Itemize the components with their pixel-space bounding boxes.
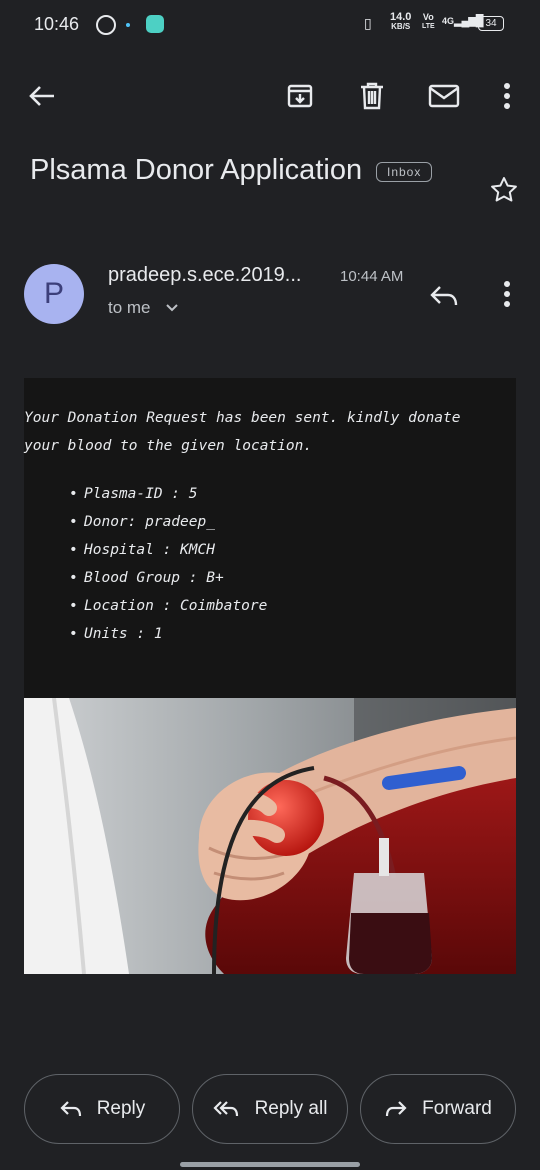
reply-icon bbox=[430, 286, 458, 306]
reply-all-button[interactable]: Reply all bbox=[192, 1074, 348, 1144]
sender-name[interactable]: pradeep.s.ece.2019... bbox=[108, 264, 301, 287]
star-icon bbox=[491, 177, 517, 202]
detail-units: Units : 1 bbox=[69, 620, 267, 648]
vibrate-icon: ▯ bbox=[364, 15, 372, 31]
email-subject: Plsama Donor Application bbox=[30, 154, 363, 186]
whatsapp-icon bbox=[96, 15, 116, 35]
volte-indicator: Vo LTE bbox=[422, 12, 435, 32]
more-vert-icon bbox=[504, 281, 510, 307]
volte-top: Vo bbox=[422, 12, 434, 22]
mail-icon bbox=[428, 84, 460, 108]
status-bar: 10:46 ▯ 14.0 KB/S Vo LTE 4G▂▄▆█ 34 bbox=[0, 0, 540, 48]
detail-plasma-id: Plasma-ID : 5 bbox=[69, 480, 267, 508]
sender-avatar[interactable]: P bbox=[24, 264, 84, 324]
detail-hospital: Hospital : KMCH bbox=[69, 536, 267, 564]
blood-donation-image bbox=[24, 698, 516, 974]
speed-unit: KB/S bbox=[391, 22, 411, 31]
mark-unread-button[interactable] bbox=[424, 76, 464, 116]
arrow-left-icon bbox=[29, 86, 54, 106]
network-speed: 14.0 KB/S bbox=[390, 12, 411, 32]
home-gesture-bar[interactable] bbox=[180, 1162, 360, 1167]
network-type: 4G bbox=[442, 16, 455, 26]
inbox-label-badge[interactable]: Inbox bbox=[376, 162, 433, 182]
more-options-button[interactable] bbox=[494, 76, 520, 116]
archive-button[interactable] bbox=[280, 76, 320, 116]
sent-time: 10:44 AM bbox=[340, 268, 404, 285]
reply-button[interactable]: Reply bbox=[24, 1074, 180, 1144]
detail-blood-group: Blood Group : B+ bbox=[69, 564, 267, 592]
message-more-button[interactable] bbox=[494, 276, 520, 312]
detail-donor: Donor: pradeep_ bbox=[69, 508, 267, 536]
donation-details-list: Plasma-ID : 5 Donor: pradeep_ Hospital :… bbox=[69, 480, 267, 648]
reply-label: Reply bbox=[96, 1098, 146, 1119]
reply-all-icon bbox=[213, 1101, 238, 1117]
reply-icon-button[interactable] bbox=[424, 278, 464, 314]
star-button[interactable] bbox=[486, 172, 522, 208]
back-button[interactable] bbox=[22, 78, 62, 114]
reply-all-label: Reply all bbox=[254, 1098, 328, 1119]
archive-icon bbox=[287, 84, 313, 108]
more-vert-icon bbox=[504, 83, 510, 109]
signal-icon: 4G▂▄▆█ bbox=[442, 15, 484, 27]
status-time: 10:46 bbox=[34, 14, 80, 34]
forward-icon bbox=[386, 1101, 407, 1117]
detail-location: Location : Coimbatore bbox=[69, 592, 267, 620]
notification-dot-icon bbox=[126, 23, 130, 27]
reply-icon bbox=[60, 1101, 81, 1117]
chevron-down-icon bbox=[166, 304, 178, 312]
message-intro: Your Donation Request has been sent. kin… bbox=[24, 410, 461, 454]
chat-app-icon bbox=[146, 15, 164, 33]
volte-bottom: LTE bbox=[422, 23, 435, 30]
delete-button[interactable] bbox=[352, 76, 392, 116]
forward-label: Forward bbox=[422, 1098, 492, 1119]
recipient-label: to me bbox=[108, 298, 151, 317]
forward-button[interactable]: Forward bbox=[360, 1074, 516, 1144]
battery-icon: 34 bbox=[478, 16, 504, 31]
trash-icon bbox=[361, 82, 383, 110]
recipient-details-toggle[interactable]: to me bbox=[108, 298, 179, 318]
speed-value: 14.0 bbox=[390, 11, 412, 23]
message-body: Your Donation Request has been sent. kin… bbox=[24, 378, 516, 698]
